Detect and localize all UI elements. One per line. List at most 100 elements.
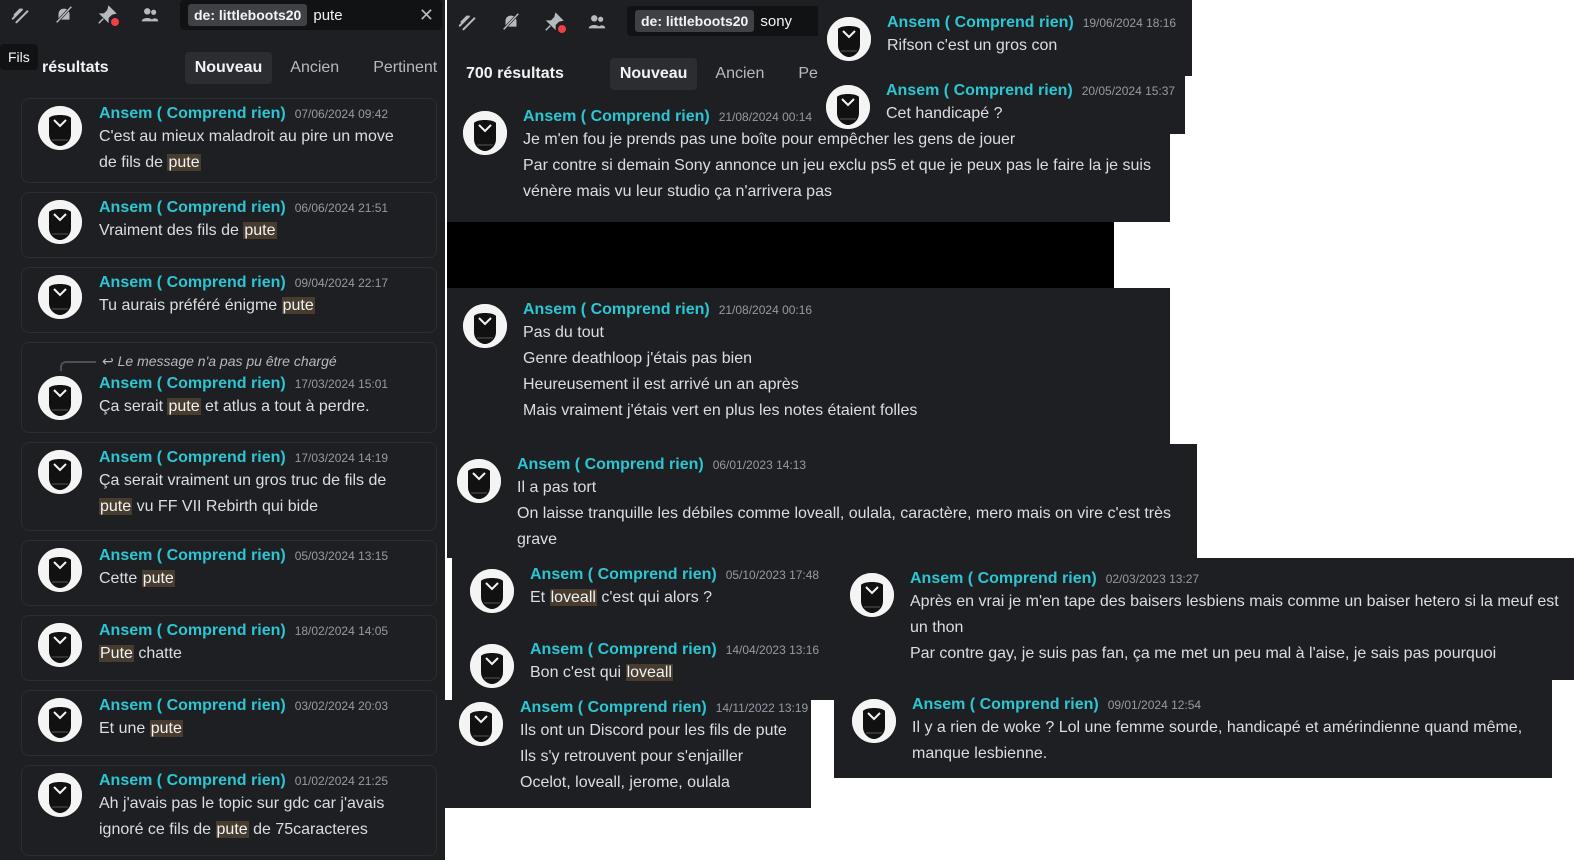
avatar[interactable] [38, 548, 82, 592]
avatar[interactable] [38, 450, 82, 494]
text-segment: un thon [910, 619, 964, 636]
text-segment: Ils ont un Discord pour les fils de pute [520, 722, 787, 739]
author-name[interactable]: Ansem ( Comprend rien) [99, 772, 286, 790]
avatar[interactable] [38, 275, 82, 319]
search-filter-chip[interactable]: de: littleboots20 [188, 4, 308, 26]
tab-oldest[interactable]: Ancien [280, 52, 349, 84]
reply-preview[interactable]: ↩ Le message n'a pas pu être chargé [102, 353, 337, 370]
author-name[interactable]: Ansem ( Comprend rien) [910, 570, 1097, 588]
avatar[interactable] [827, 17, 871, 61]
avatar[interactable] [470, 569, 514, 613]
pin-icon[interactable] [541, 9, 567, 35]
search-highlight: pute [215, 821, 249, 838]
avatar[interactable] [470, 644, 514, 688]
search-term[interactable]: pute [313, 7, 419, 24]
message-header: Ansem ( Comprend rien) 05/10/2023 17:48 [530, 566, 819, 584]
text-segment: Par contre si demain Sony annonce un jeu… [523, 157, 1151, 174]
avatar[interactable] [38, 200, 82, 244]
message-line: Et loveall c'est qui alors ? [530, 586, 819, 610]
message-header: Ansem ( Comprend rien) 18/02/2024 14:05 [99, 622, 388, 640]
author-name[interactable]: Ansem ( Comprend rien) [99, 199, 286, 217]
avatar[interactable] [457, 459, 501, 503]
text-segment: Je m'en fou je prends pas une boîte pour… [523, 131, 1016, 148]
message-timestamp: 03/02/2024 20:03 [294, 699, 389, 713]
text-segment: Bon c'est qui [530, 664, 626, 681]
avatar[interactable] [826, 85, 870, 129]
mute-bell-icon[interactable] [498, 9, 524, 35]
search-highlight: pute [99, 498, 133, 515]
members-icon[interactable] [137, 2, 163, 28]
text-segment: Rifson c'est un gros con [887, 37, 1058, 54]
search-result-card[interactable]: Ansem ( Comprend rien) 07/06/2024 09:42 C'… [21, 98, 437, 183]
avatar[interactable] [38, 698, 82, 742]
members-icon[interactable] [584, 9, 610, 35]
message-header: Ansem ( Comprend rien) 21/08/2024 00:16 [523, 301, 917, 319]
message-body: Ansem ( Comprend rien) 19/06/2024 18:16 Ri… [887, 14, 1176, 58]
author-name[interactable]: Ansem ( Comprend rien) [886, 82, 1073, 100]
text-segment: Ah j'avais pas le topic sur gdc car j'av… [99, 795, 385, 812]
author-name[interactable]: Ansem ( Comprend rien) [530, 566, 717, 584]
mute-bell-icon[interactable] [51, 2, 77, 28]
text-segment: Ils s'y retrouvent pour s'enjailler [520, 748, 744, 765]
search-result-card[interactable]: Ansem ( Comprend rien) 09/04/2024 22:17 Tu… [21, 267, 437, 333]
avatar[interactable] [463, 304, 507, 348]
author-name[interactable]: Ansem ( Comprend rien) [99, 547, 286, 565]
avatar[interactable] [38, 376, 82, 420]
author-name[interactable]: Ansem ( Comprend rien) [887, 14, 1074, 32]
threads-icon[interactable] [8, 2, 34, 28]
text-segment: ignoré ce fils de [99, 821, 216, 838]
avatar[interactable] [852, 699, 896, 743]
avatar[interactable] [38, 106, 82, 150]
text-segment: Ocelot, loveall, jerome, oulala [520, 774, 730, 791]
search-filter-chip[interactable]: de: littleboots20 [635, 10, 755, 32]
text-segment: Il a pas tort [517, 479, 597, 496]
message-body: Ansem ( Comprend rien) 17/03/2024 14:19 Ça… [99, 449, 388, 519]
search-result-card[interactable]: Ansem ( Comprend rien) 18/02/2024 14:05 Pu… [21, 615, 437, 681]
message-body: Ansem ( Comprend rien) 17/03/2024 15:01 Ça… [99, 375, 388, 419]
author-name[interactable]: Ansem ( Comprend rien) [99, 105, 286, 123]
message-line: Heureusement il est arrivé un an après [523, 373, 917, 397]
author-name[interactable]: Ansem ( Comprend rien) [99, 697, 286, 715]
pin-icon[interactable] [94, 2, 120, 28]
left-search-input[interactable]: de: littleboots20 pute ✕ [180, 0, 442, 30]
message-line: ignoré ce fils de pute de 75caracteres [99, 818, 388, 842]
avatar[interactable] [459, 702, 503, 746]
search-result-card[interactable]: Ansem ( Comprend rien) 03/02/2024 20:03 Et… [21, 690, 437, 756]
avatar[interactable] [463, 111, 507, 155]
avatar[interactable] [38, 623, 82, 667]
message-body: Ansem ( Comprend rien) 05/03/2024 13:15 Ce… [99, 547, 388, 591]
middle-results-header: 700 résultats Nouveau Ancien Pe [466, 58, 828, 90]
avatar[interactable] [38, 773, 82, 817]
search-highlight: pute [141, 570, 175, 587]
author-name[interactable]: Ansem ( Comprend rien) [99, 375, 286, 393]
author-name[interactable]: Ansem ( Comprend rien) [530, 641, 717, 659]
search-result-card[interactable]: Ansem ( Comprend rien) 05/03/2024 13:15 Ce… [21, 540, 437, 606]
text-segment: Après en vrai je m'en tape des baisers l… [910, 593, 1559, 610]
search-result-card[interactable]: Ansem ( Comprend rien) 01/02/2024 21:25 Ah… [21, 765, 437, 856]
threads-icon[interactable] [455, 9, 481, 35]
author-name[interactable]: Ansem ( Comprend rien) [523, 301, 710, 319]
clear-search-icon[interactable]: ✕ [419, 5, 434, 26]
author-name[interactable]: Ansem ( Comprend rien) [99, 449, 286, 467]
search-result-card[interactable]: Ansem ( Comprend rien) 06/06/2024 21:51 Vr… [21, 192, 437, 258]
author-name[interactable]: Ansem ( Comprend rien) [523, 108, 710, 126]
search-result-card[interactable]: ↩ Le message n'a pas pu être chargé Ansem… [21, 342, 437, 433]
reply-arrow-icon: ↩ [102, 353, 118, 369]
author-name[interactable]: Ansem ( Comprend rien) [520, 699, 707, 717]
tab-oldest[interactable]: Ancien [705, 58, 774, 90]
tab-newest[interactable]: Nouveau [184, 52, 273, 84]
message-line: Tu aurais préféré énigme pute [99, 294, 388, 318]
avatar[interactable] [850, 573, 894, 617]
author-name[interactable]: Ansem ( Comprend rien) [99, 622, 286, 640]
search-result-card[interactable]: Ansem ( Comprend rien) 17/03/2024 14:19 Ça… [21, 442, 437, 531]
author-name[interactable]: Ansem ( Comprend rien) [517, 456, 704, 474]
author-name[interactable]: Ansem ( Comprend rien) [99, 274, 286, 292]
reply-spine [60, 361, 96, 371]
message-header: Ansem ( Comprend rien) 02/03/2023 13:27 [910, 570, 1559, 588]
tab-relevant[interactable]: Pertinent [363, 52, 445, 84]
tab-newest[interactable]: Nouveau [609, 58, 698, 90]
search-highlight: pute [281, 297, 315, 314]
text-segment: Genre deathloop j'étais pas bien [523, 350, 752, 367]
message-line: Mais vraiment j'étais vert en plus les n… [523, 399, 917, 423]
author-name[interactable]: Ansem ( Comprend rien) [912, 696, 1099, 714]
